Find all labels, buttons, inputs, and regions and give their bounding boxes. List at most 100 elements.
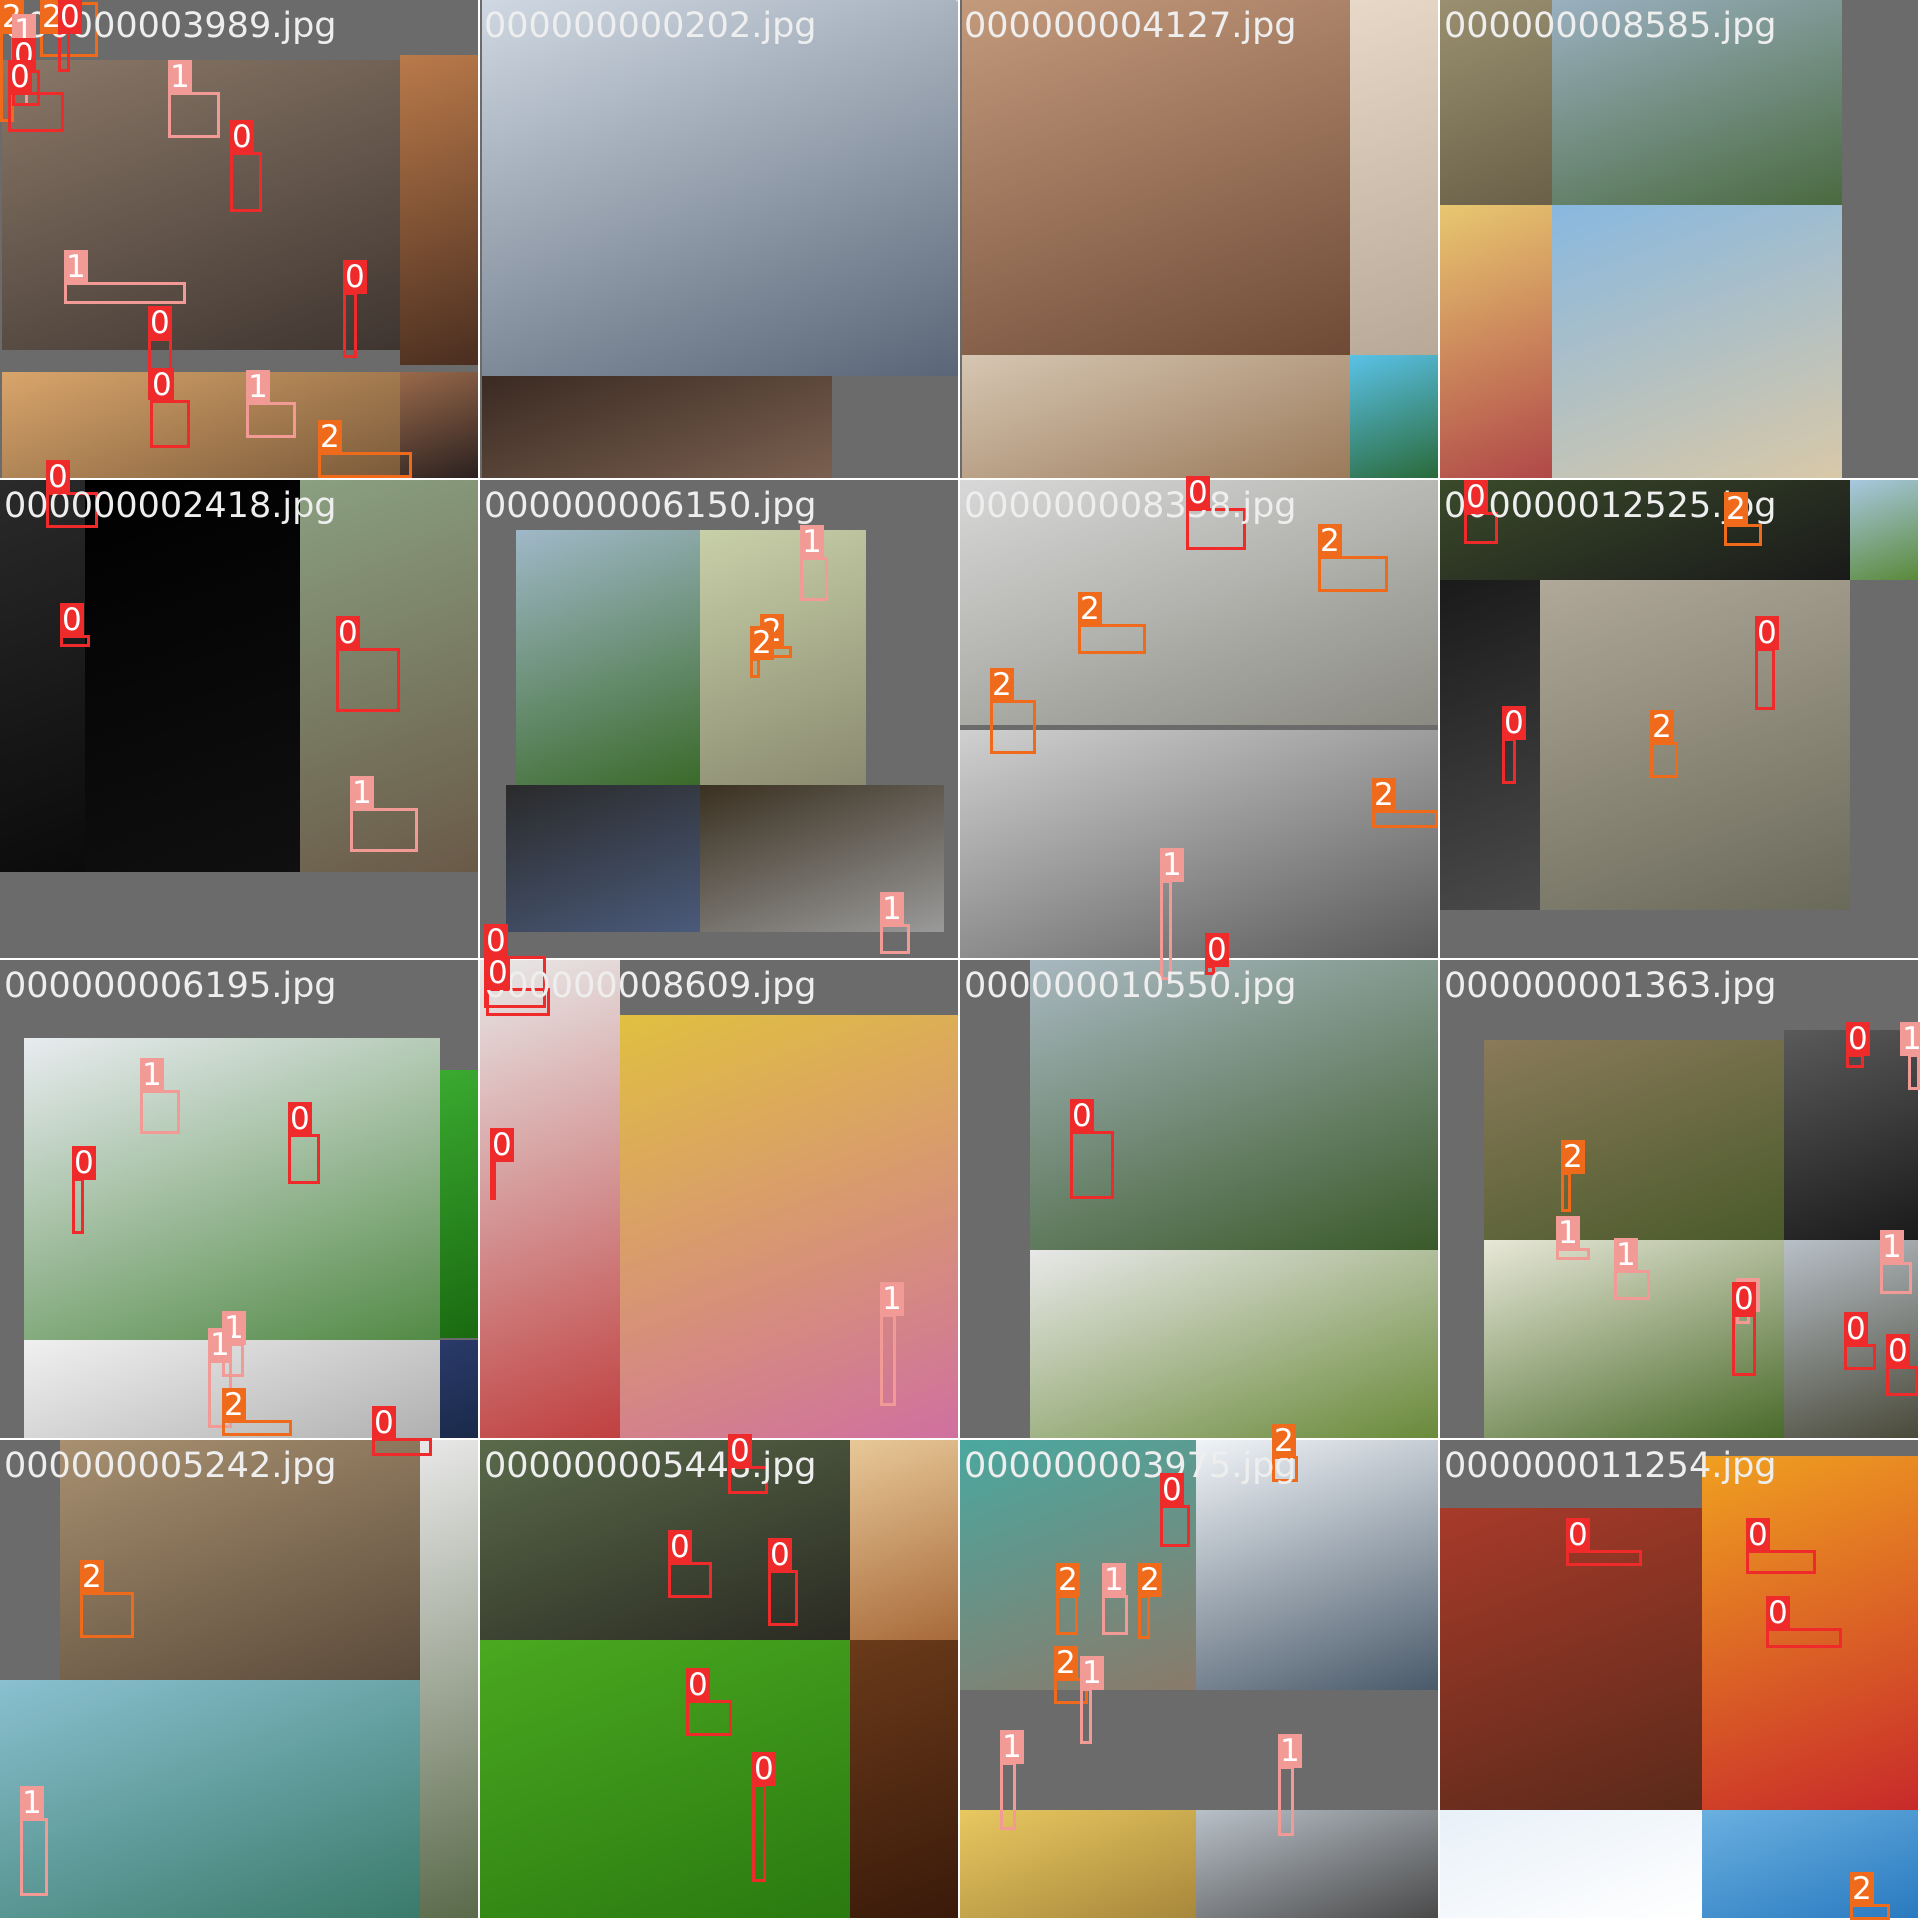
class-label: 0 xyxy=(148,305,172,341)
detection-box xyxy=(1908,1054,1920,1090)
photo-patch xyxy=(956,0,958,2)
class-label: 0 xyxy=(72,1145,96,1181)
detection-box xyxy=(64,282,186,304)
class-label: 2 xyxy=(1650,709,1674,745)
detection-box xyxy=(1160,880,1172,980)
detection-box xyxy=(1000,1762,1016,1830)
mosaic-tile: 000000003989.jpg xyxy=(0,0,478,478)
detection-box xyxy=(1766,1628,1842,1648)
detection-box xyxy=(318,452,412,478)
detection-box xyxy=(668,1562,712,1598)
detection-box xyxy=(1102,1595,1128,1635)
class-label: 1 xyxy=(1880,1229,1904,1265)
photo-patch xyxy=(516,530,701,785)
detection-box xyxy=(800,557,828,601)
detection-box xyxy=(72,1178,84,1234)
photo-patch xyxy=(962,0,1352,355)
detection-box xyxy=(490,1160,496,1200)
class-label: 1 xyxy=(800,524,824,560)
photo-patch xyxy=(1440,580,1540,910)
class-label: 1 xyxy=(1102,1562,1126,1598)
tile-filename: 000000006195.jpg xyxy=(4,966,337,1006)
detection-box xyxy=(140,1090,180,1134)
mosaic-tile: 000000005242.jpg xyxy=(0,1440,478,1918)
photo-patch xyxy=(506,785,700,932)
mosaic-tile: 000000011254.jpg xyxy=(1440,1440,1918,1918)
class-label: 1 xyxy=(1160,847,1184,883)
mosaic-tile: 000000010550.jpg xyxy=(960,960,1438,1438)
class-label: 2 xyxy=(222,1387,246,1423)
detection-box xyxy=(336,648,400,712)
photo-patch xyxy=(482,0,958,376)
class-label: 0 xyxy=(46,459,70,495)
class-label: 0 xyxy=(1502,705,1526,741)
detection-box xyxy=(20,1818,48,1896)
class-label: 0 xyxy=(372,1405,396,1441)
photo-patch xyxy=(482,376,832,478)
class-label: 2 xyxy=(1272,1423,1296,1459)
tile-filename: 000000005448.jpg xyxy=(484,1446,817,1486)
class-label: 1 xyxy=(1278,1733,1302,1769)
class-label: 1 xyxy=(140,1057,164,1093)
detection-box xyxy=(343,292,357,358)
detection-box xyxy=(686,1700,732,1736)
mosaic-tile: 000000000202.jpg xyxy=(480,0,958,478)
class-label: 1 xyxy=(64,249,88,285)
photo-patch xyxy=(480,960,620,1438)
class-label: 2 xyxy=(1724,491,1748,527)
photo-patch xyxy=(440,1340,478,1438)
mosaic-tile: 000000002418.jpg xyxy=(0,480,478,958)
class-label: 1 xyxy=(880,891,904,927)
photo-patch xyxy=(420,1440,478,1918)
tile-filename: 000000001363.jpg xyxy=(1444,966,1777,1006)
detection-box xyxy=(1078,624,1146,654)
detection-box xyxy=(1561,1172,1571,1212)
class-label: 0 xyxy=(1205,932,1229,968)
class-label: 2 xyxy=(1561,1139,1585,1175)
photo-patch xyxy=(1702,1810,1918,1918)
mosaic-tile: 000000008585.jpg xyxy=(1440,0,1918,478)
tile-filename: 000000008609.jpg xyxy=(484,966,817,1006)
tile-filename: 000000008358.jpg xyxy=(964,486,1297,526)
detection-box xyxy=(1502,738,1516,784)
class-label: 2 xyxy=(318,419,342,455)
photo-patch xyxy=(962,355,1352,478)
class-label: 0 xyxy=(343,259,367,295)
detection-box xyxy=(1318,556,1388,592)
detection-box xyxy=(350,808,418,852)
detection-box xyxy=(750,658,760,678)
class-label: 1 xyxy=(1080,1655,1104,1691)
photo-patch xyxy=(1484,1040,1784,1240)
class-label: 0 xyxy=(490,1127,514,1163)
detection-box xyxy=(8,92,64,132)
class-label: 2 xyxy=(80,1559,104,1595)
class-label: 0 xyxy=(484,923,508,959)
photo-patch xyxy=(440,1070,478,1338)
class-label: 0 xyxy=(1746,1517,1770,1553)
class-label: 2 xyxy=(1056,1562,1080,1598)
photo-patch xyxy=(620,1015,958,1438)
class-label: 0 xyxy=(1766,1595,1790,1631)
tile-filename: 000000010550.jpg xyxy=(964,966,1297,1006)
photo-patch xyxy=(85,480,325,872)
class-label: 0 xyxy=(1846,1021,1870,1057)
class-label: 0 xyxy=(60,602,84,638)
class-label: 1 xyxy=(1000,1729,1024,1765)
class-label: 0 xyxy=(1732,1281,1756,1317)
class-label: 0 xyxy=(668,1529,692,1565)
detection-box xyxy=(1880,1262,1912,1294)
photo-patch xyxy=(850,1440,958,1640)
tile-filename: 000000011254.jpg xyxy=(1444,1446,1777,1486)
class-label: 0 xyxy=(1464,479,1488,515)
photo-patch xyxy=(1196,1810,1438,1918)
photo-patch xyxy=(700,785,944,932)
class-label: 1 xyxy=(880,1281,904,1317)
class-label: 0 xyxy=(1186,475,1210,511)
class-label: 0 xyxy=(150,367,174,403)
class-label: 0 xyxy=(1070,1098,1094,1134)
mosaic-tile: 000000004127.jpg xyxy=(960,0,1438,478)
class-label: 0 xyxy=(58,0,82,35)
class-label: 0 xyxy=(486,955,510,991)
photo-patch xyxy=(1552,205,1842,478)
photo-patch xyxy=(1540,580,1850,910)
